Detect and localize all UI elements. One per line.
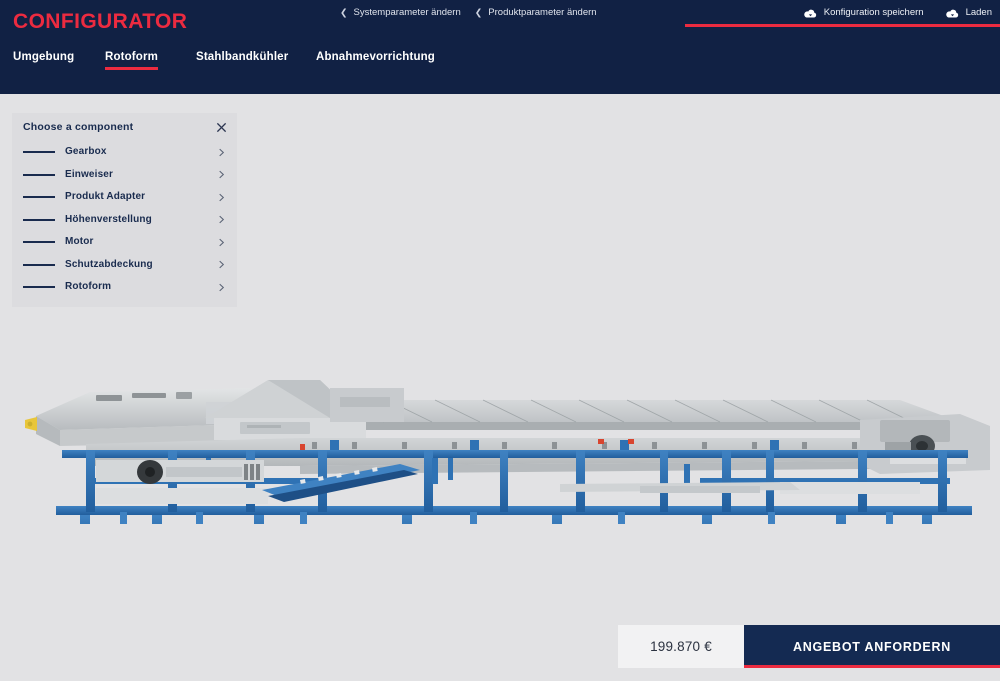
breadcrumb-label: Systemparameter ändern xyxy=(353,7,461,19)
component-dash-icon xyxy=(23,218,55,221)
component-label: Motor xyxy=(65,236,94,248)
chevron-right-icon xyxy=(219,215,225,224)
configurator-app: CONFIGURATOR ❮ Systemparameter ändern ❮ … xyxy=(0,0,1000,681)
chevron-right-icon xyxy=(219,238,225,247)
chevron-right-icon xyxy=(219,170,225,179)
request-quote-button[interactable]: ANGEBOT ANFORDERN xyxy=(744,625,1000,668)
component-item-rotoform[interactable]: Rotoform xyxy=(12,276,237,299)
component-item-gearbox[interactable]: Gearbox xyxy=(12,141,237,164)
component-label: Schutzabdeckung xyxy=(65,258,153,270)
machine-leg xyxy=(552,515,562,524)
chevron-right-icon xyxy=(219,283,225,292)
component-label: Gearbox xyxy=(65,146,107,158)
breadcrumb: ❮ Systemparameter ändern ❮ Produktparame… xyxy=(340,4,597,22)
load-configuration-button[interactable]: Laden xyxy=(945,7,992,19)
chevron-right-icon xyxy=(219,193,225,202)
main-nav: Umgebung Rotoform Stahlbandkühler Abnahm… xyxy=(0,51,1000,86)
chevron-right-icon xyxy=(219,260,225,269)
close-icon[interactable] xyxy=(216,122,227,133)
machine-leg xyxy=(836,515,846,524)
footer-action-bar: 199.870 € ANGEBOT ANFORDERN xyxy=(618,625,1000,668)
component-dash-icon xyxy=(23,196,55,199)
machine-leg xyxy=(702,515,712,524)
header-topbar: ❮ Systemparameter ändern ❮ Produktparame… xyxy=(340,4,1000,27)
chevron-left-icon: ❮ xyxy=(340,7,348,17)
machine-leg xyxy=(402,515,412,524)
machine-leg xyxy=(152,515,162,524)
component-dash-icon xyxy=(23,151,55,154)
component-dash-icon xyxy=(23,263,55,266)
breadcrumb-item-produktparameter[interactable]: ❮ Produktparameter ändern xyxy=(475,8,597,18)
machine-leg xyxy=(80,515,90,524)
component-item-motor[interactable]: Motor xyxy=(12,231,237,254)
app-header: CONFIGURATOR ❮ Systemparameter ändern ❮ … xyxy=(0,0,1000,94)
component-list: Gearbox Einweiser Produkt Adapter Höhenv… xyxy=(12,141,237,307)
breadcrumb-item-systemparameter[interactable]: ❮ Systemparameter ändern xyxy=(340,8,461,18)
chevron-right-icon xyxy=(219,148,225,157)
tab-stahlbandkuehler[interactable]: Stahlbandkühler xyxy=(196,51,288,70)
tab-umgebung[interactable]: Umgebung xyxy=(13,51,74,70)
component-item-schutzabdeckung[interactable]: Schutzabdeckung xyxy=(12,254,237,277)
save-configuration-button[interactable]: Konfiguration speichern xyxy=(804,8,924,19)
component-label: Einweiser xyxy=(65,168,114,180)
component-dash-icon xyxy=(23,241,55,244)
component-item-produkt-adapter[interactable]: Produkt Adapter xyxy=(12,186,237,209)
component-panel: Choose a component Gearbox Einweiser Pro… xyxy=(12,113,237,307)
machine-leg xyxy=(254,515,264,524)
tab-abnahmevorrichtung[interactable]: Abnahmevorrichtung xyxy=(316,51,435,70)
machine-model-render xyxy=(25,380,990,524)
breadcrumb-label: Produktparameter ändern xyxy=(488,7,597,19)
tab-rotoform[interactable]: Rotoform xyxy=(105,51,158,70)
load-configuration-label: Laden xyxy=(965,7,992,19)
cloud-download-icon xyxy=(945,9,958,17)
component-item-hoehenverstellung[interactable]: Höhenverstellung xyxy=(12,209,237,232)
component-dash-icon xyxy=(23,286,55,289)
chevron-left-icon: ❮ xyxy=(474,7,483,17)
total-price: 199.870 € xyxy=(618,625,744,668)
machine-leg xyxy=(922,515,932,524)
header-accent-rule xyxy=(685,24,1000,27)
header-actions: Konfiguration speichern Laden xyxy=(804,4,992,22)
component-panel-title: Choose a component xyxy=(23,120,134,133)
app-logo: CONFIGURATOR xyxy=(13,10,188,33)
component-dash-icon xyxy=(23,173,55,176)
cloud-upload-icon xyxy=(804,9,816,17)
save-configuration-label: Konfiguration speichern xyxy=(823,7,924,19)
component-panel-header: Choose a component xyxy=(12,113,237,141)
component-item-einweiser[interactable]: Einweiser xyxy=(12,164,237,187)
component-label: Rotoform xyxy=(65,281,112,293)
component-label: Höhenverstellung xyxy=(65,213,152,225)
component-label: Produkt Adapter xyxy=(65,191,146,203)
